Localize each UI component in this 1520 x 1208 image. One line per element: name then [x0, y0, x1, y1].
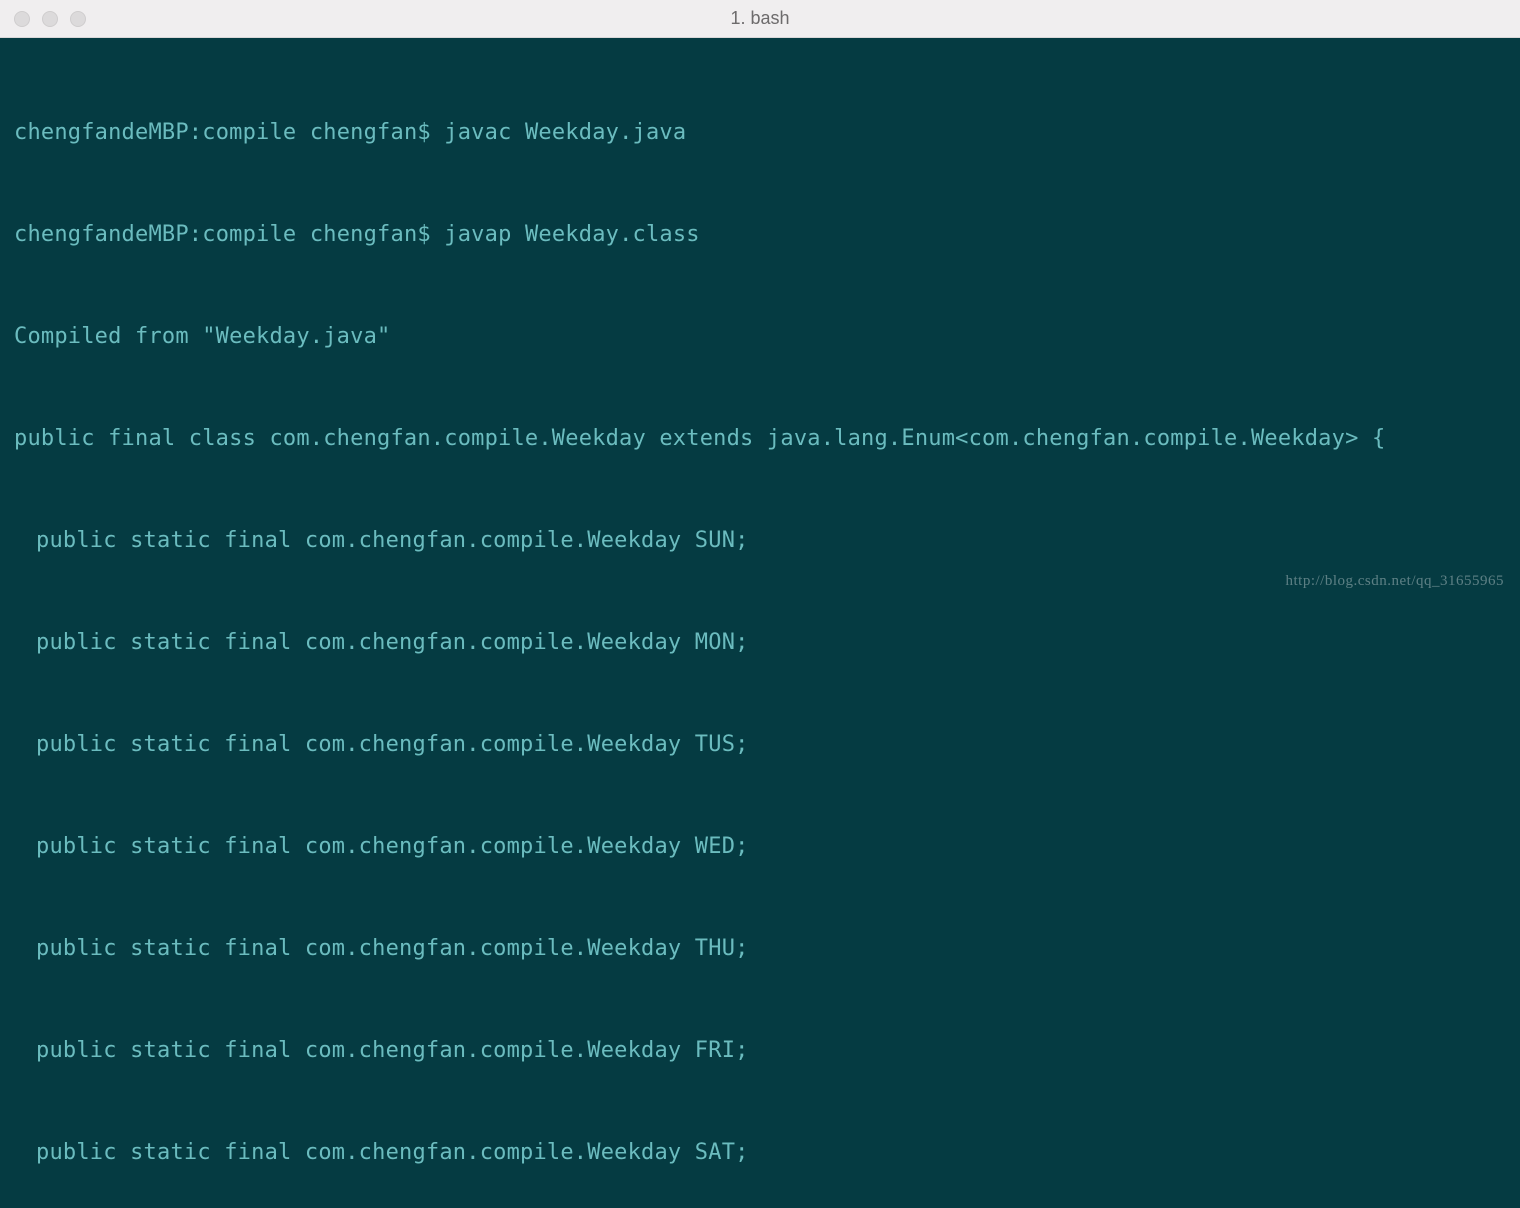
window-titlebar: 1. bash	[0, 0, 1520, 38]
command-text: javap Weekday.class	[444, 222, 699, 247]
zoom-icon[interactable]	[70, 11, 86, 27]
prompt-host: chengfandeMBP	[14, 222, 189, 247]
watermark-text: http://blog.csdn.net/qq_31655965	[1286, 564, 1505, 598]
terminal-line: chengfandeMBP:compile chengfan$ javap We…	[14, 218, 1506, 252]
prompt-dir: compile	[202, 222, 296, 247]
close-icon[interactable]	[14, 11, 30, 27]
output-line: public static final com.chengfan.compile…	[14, 1034, 1506, 1068]
output-line: public static final com.chengfan.compile…	[14, 932, 1506, 966]
terminal-viewport[interactable]: chengfandeMBP:compile chengfan$ javac We…	[0, 38, 1520, 604]
output-line: public final class com.chengfan.compile.…	[14, 422, 1506, 456]
output-line: public static final com.chengfan.compile…	[14, 626, 1506, 660]
output-line: public static final com.chengfan.compile…	[14, 830, 1506, 864]
prompt-dir: compile	[202, 120, 296, 145]
output-line: public static final com.chengfan.compile…	[14, 728, 1506, 762]
command-text: javac Weekday.java	[444, 120, 686, 145]
terminal-line: chengfandeMBP:compile chengfan$ javac We…	[14, 116, 1506, 150]
prompt-user: chengfan	[310, 222, 418, 247]
window-title: 1. bash	[0, 8, 1520, 29]
window-controls	[14, 11, 86, 27]
output-line: public static final com.chengfan.compile…	[14, 1136, 1506, 1170]
output-line: public static final com.chengfan.compile…	[14, 524, 1506, 558]
prompt-user: chengfan	[310, 120, 418, 145]
output-line: Compiled from "Weekday.java"	[14, 320, 1506, 354]
prompt-host: chengfandeMBP	[14, 120, 189, 145]
minimize-icon[interactable]	[42, 11, 58, 27]
